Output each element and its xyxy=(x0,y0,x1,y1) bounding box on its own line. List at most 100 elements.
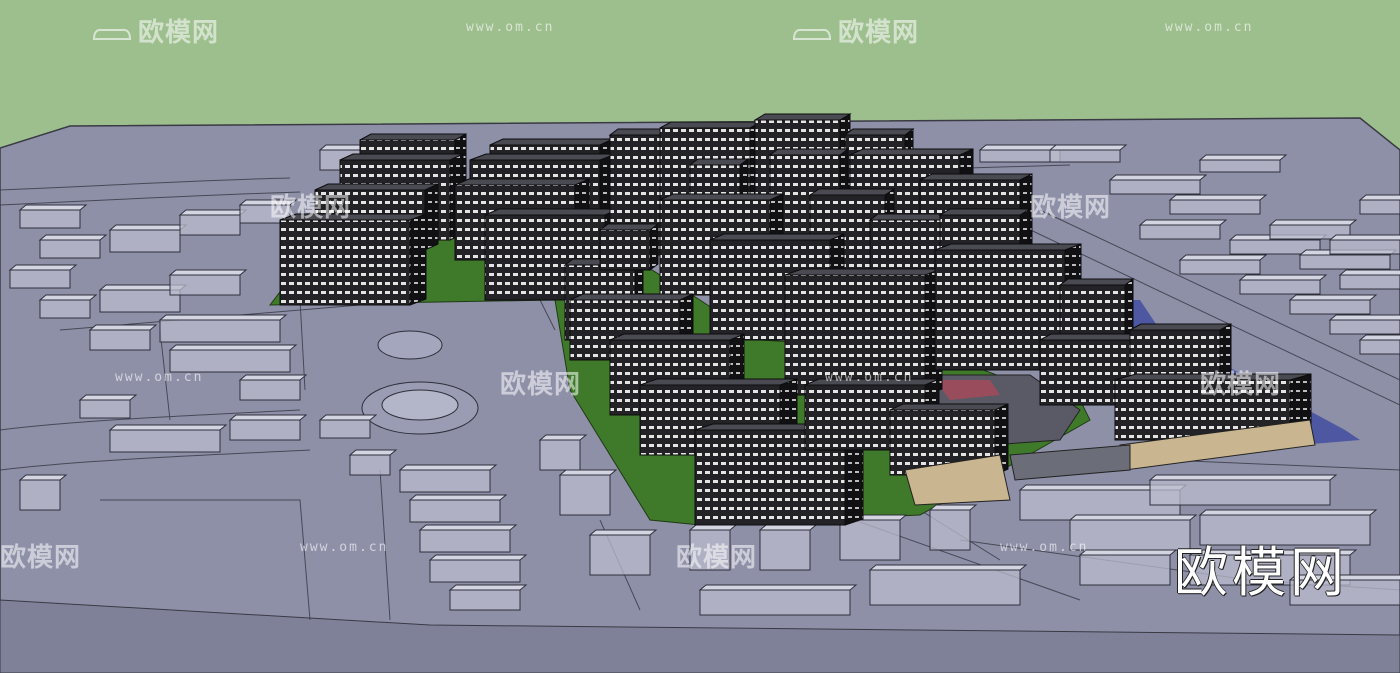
low-rise-roof xyxy=(158,314,288,321)
low-rise-block xyxy=(1139,224,1221,240)
tower-roof xyxy=(919,173,1033,181)
watermark-url: www.om.cn xyxy=(115,370,204,385)
low-rise-roof xyxy=(18,204,88,211)
low-rise-roof xyxy=(38,234,108,241)
low-rise-block xyxy=(1299,254,1391,270)
tower-roof xyxy=(688,158,750,166)
low-rise-block xyxy=(539,439,581,471)
low-rise-block xyxy=(1079,554,1171,586)
tower-roof xyxy=(598,223,660,231)
low-rise-roof xyxy=(448,584,528,591)
tower-roof xyxy=(938,208,1032,216)
tower-facade xyxy=(599,229,651,271)
low-rise-block xyxy=(1199,159,1281,173)
watermark-logo-text: 欧模网 xyxy=(0,543,82,573)
sofa-icon xyxy=(92,28,132,40)
tower-side xyxy=(649,223,659,271)
watermark-url: www.om.cn xyxy=(466,20,555,35)
low-rise-roof xyxy=(868,564,1028,571)
watermark-logo-text: 欧模网 xyxy=(138,18,220,48)
low-rise-roof xyxy=(88,324,158,331)
tower-roof xyxy=(489,138,614,146)
watermark-logo-text: 欧模网 xyxy=(1030,193,1112,223)
low-rise-roof xyxy=(408,494,508,501)
tower-facade xyxy=(1059,284,1126,341)
low-rise-block xyxy=(1169,199,1261,215)
tower-roof xyxy=(753,113,852,121)
watermark-logo-text: 欧模网 xyxy=(270,193,352,223)
low-rise-roof xyxy=(18,474,68,481)
watermark-logo: 欧模网 xyxy=(92,12,219,49)
tower-roof xyxy=(454,178,590,186)
tower-roof xyxy=(484,208,620,216)
low-rise-roof xyxy=(758,524,818,531)
watermark-url: www.om.cn xyxy=(1000,540,1089,555)
low-rise-roof xyxy=(1048,144,1128,151)
low-rise-block xyxy=(169,274,241,296)
low-rise-roof xyxy=(1148,474,1338,481)
tower-roof xyxy=(808,188,896,196)
low-rise-block xyxy=(1359,339,1400,355)
tower-roof xyxy=(934,243,1082,251)
tower-roof xyxy=(359,133,467,141)
tower-roof xyxy=(659,121,762,129)
low-rise-block xyxy=(1329,319,1400,335)
tower-roof xyxy=(569,293,694,301)
low-rise-block xyxy=(9,269,71,289)
watermark-logo: 欧模网 xyxy=(792,12,919,49)
low-rise-block xyxy=(1339,274,1400,290)
tower-roof xyxy=(784,268,943,276)
low-rise-block xyxy=(869,569,1021,606)
watermark-logo-text: 欧模网 xyxy=(676,543,758,573)
low-rise-roof xyxy=(318,414,378,421)
low-rise-block xyxy=(1329,239,1400,255)
watermark-logo-text: 欧模网 xyxy=(1200,370,1282,400)
low-rise-block xyxy=(399,469,491,493)
low-rise-roof xyxy=(1198,509,1378,516)
low-rise-block xyxy=(419,529,511,553)
tower-roof xyxy=(1058,278,1135,286)
low-rise-roof xyxy=(1328,314,1400,321)
low-rise-block xyxy=(559,474,611,516)
low-rise-roof xyxy=(1288,294,1378,301)
low-rise-roof xyxy=(1358,194,1400,201)
watermark-logo-text: 欧模网 xyxy=(838,18,920,48)
low-rise-block xyxy=(699,589,851,616)
watermark-logo: 欧模网 xyxy=(270,187,351,224)
low-rise-roof xyxy=(428,554,528,561)
low-rise-block xyxy=(319,419,371,439)
watermark-logo: 欧模网 xyxy=(1200,364,1281,401)
low-rise-block xyxy=(429,559,521,583)
low-rise-block xyxy=(1179,259,1261,275)
tower-facade xyxy=(279,219,411,306)
tower-roof xyxy=(1129,323,1232,331)
low-rise-block xyxy=(839,519,901,561)
watermark-logo: 欧模网 xyxy=(676,537,757,574)
tower-roof xyxy=(659,193,784,201)
low-rise-block xyxy=(39,299,91,319)
tower-roof xyxy=(868,213,950,221)
tower-roof xyxy=(849,148,974,156)
low-rise-roof xyxy=(1078,549,1178,556)
low-rise-roof xyxy=(538,434,588,441)
low-rise-roof xyxy=(228,414,308,421)
low-rise-block xyxy=(1289,299,1371,315)
sofa-icon xyxy=(792,28,832,40)
low-rise-block xyxy=(1109,179,1201,195)
low-rise-roof xyxy=(1238,274,1328,281)
watermark-logo: 欧模网 xyxy=(0,537,81,574)
low-rise-roof xyxy=(348,449,398,456)
tower-side xyxy=(424,183,439,251)
low-rise-roof xyxy=(38,294,98,301)
low-rise-block xyxy=(349,454,391,476)
low-rise-roof xyxy=(1138,219,1228,226)
low-rise-block xyxy=(1359,199,1400,215)
watermark-url: www.om.cn xyxy=(825,370,914,385)
low-rise-block xyxy=(1239,279,1321,295)
tower-roof xyxy=(768,148,850,156)
low-rise-block xyxy=(99,289,181,313)
low-rise-roof xyxy=(168,344,298,351)
low-rise-roof xyxy=(1198,154,1288,161)
low-rise-roof xyxy=(1168,194,1268,201)
low-rise-roof xyxy=(8,264,78,271)
